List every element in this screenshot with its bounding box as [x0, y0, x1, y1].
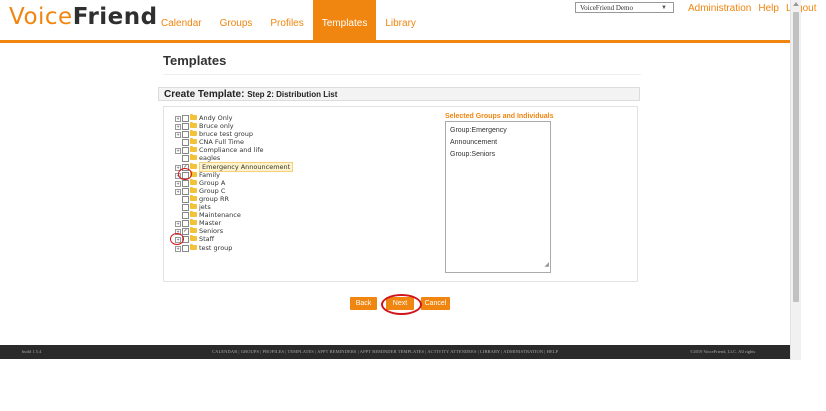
- tree-checkbox[interactable]: [182, 212, 189, 220]
- tree-checkbox[interactable]: [182, 195, 189, 203]
- resize-handle-icon[interactable]: ◢: [544, 259, 549, 271]
- tab-groups[interactable]: Groups: [211, 0, 262, 40]
- header-divider: [0, 40, 790, 43]
- folder-icon: [190, 154, 197, 161]
- back-button[interactable]: Back: [350, 297, 377, 310]
- tree-checkbox[interactable]: [182, 131, 189, 139]
- tree-item-label[interactable]: Group C: [199, 187, 225, 195]
- expand-plus-icon[interactable]: +: [175, 116, 181, 122]
- tree-checkbox[interactable]: [182, 123, 189, 131]
- page-title: Templates: [163, 53, 227, 68]
- expand-plus-icon[interactable]: +: [175, 188, 181, 195]
- folder-icon: [190, 146, 197, 153]
- app-header: VoiceFriend Calendar Groups Profiles Tem…: [0, 0, 817, 40]
- tree-checkbox[interactable]: ✓: [182, 228, 189, 236]
- footer-links[interactable]: CALENDAR | GROUPS | PROFILES | TEMPLATES…: [212, 349, 558, 354]
- folder-icon: [190, 162, 197, 169]
- help-link[interactable]: Help: [758, 3, 779, 14]
- logo-voice: Voice: [9, 4, 73, 30]
- expand-plus-icon[interactable]: +: [175, 148, 181, 155]
- folder-icon: [190, 211, 197, 218]
- selected-line: Group:Emergency: [450, 127, 507, 134]
- selected-line: Group:Seniors: [450, 151, 496, 158]
- expand-plus-icon[interactable]: +: [175, 124, 181, 131]
- folder-icon: [190, 138, 197, 145]
- tree-item-label[interactable]: Staff: [199, 235, 214, 243]
- expand-plus-icon[interactable]: +: [175, 245, 181, 252]
- administration-link[interactable]: Administration: [688, 3, 751, 14]
- folder-icon: [190, 194, 197, 201]
- selected-list[interactable]: Group:Emergency Announcement Group:Senio…: [445, 121, 551, 273]
- tree-item-label[interactable]: bruce test group: [199, 130, 253, 138]
- tree-checkbox[interactable]: [182, 179, 189, 187]
- step-title-text: Create Template:: [164, 89, 245, 100]
- tree-checkbox[interactable]: [182, 204, 189, 212]
- selected-line: Announcement: [450, 139, 498, 146]
- tree-checkbox[interactable]: [182, 147, 189, 155]
- copyright: ©2019 VoiceFriend, LLC. All rights: [690, 349, 756, 354]
- tree-item-label[interactable]: test group: [199, 244, 232, 252]
- folder-icon: [190, 122, 197, 129]
- tab-templates[interactable]: Templates: [312, 0, 377, 40]
- tree-item-label[interactable]: Compliance and life: [199, 146, 264, 154]
- tree-item-label[interactable]: CNA Full Time: [199, 138, 244, 146]
- annotation-circle-emergency-checkbox: [178, 168, 192, 180]
- folder-icon: [190, 130, 197, 137]
- folder-icon: [190, 186, 197, 193]
- tree-item-label[interactable]: Seniors: [199, 227, 223, 235]
- build-version: build 1.5.4: [22, 349, 42, 354]
- annotation-circle-next-button: [381, 294, 422, 315]
- account-select[interactable]: VoiceFriend Demo ▼: [575, 2, 674, 13]
- tree-checkbox[interactable]: [182, 187, 189, 195]
- tree-item-label[interactable]: jets: [199, 203, 211, 211]
- tree-checkbox[interactable]: [182, 139, 189, 147]
- folder-icon: [190, 235, 197, 242]
- folder-icon: [190, 203, 197, 210]
- folder-icon: [190, 178, 197, 185]
- expand-plus-icon[interactable]: +: [175, 132, 181, 139]
- tree-item-label[interactable]: Group A: [199, 179, 225, 187]
- selected-title: Selected Groups and Individuals: [445, 113, 554, 120]
- tree-item-label[interactable]: group RR: [199, 195, 229, 203]
- step-header: Create Template: Step 2: Distribution Li…: [158, 87, 640, 101]
- tab-library[interactable]: Library: [376, 0, 425, 40]
- tree-checkbox[interactable]: [182, 115, 189, 122]
- account-select-value: VoiceFriend Demo: [580, 4, 633, 12]
- folder-icon: [190, 243, 197, 250]
- tree-checkbox[interactable]: [182, 155, 189, 163]
- folder-icon: [190, 114, 197, 120]
- voicefriend-logo[interactable]: VoiceFriend: [9, 4, 158, 30]
- tree-item-label[interactable]: Master: [199, 219, 221, 227]
- cancel-button[interactable]: Cancel: [421, 297, 450, 310]
- tree-item-label[interactable]: Maintenance: [199, 211, 241, 219]
- tab-calendar[interactable]: Calendar: [152, 0, 211, 40]
- chevron-down-icon: ▼: [661, 5, 667, 11]
- page-scrollbar[interactable]: [790, 0, 801, 360]
- step-subtitle: Step 2: Distribution List: [247, 90, 338, 99]
- tree-item-label[interactable]: Andy Only: [199, 114, 233, 122]
- title-divider: [163, 74, 641, 75]
- scroll-up-icon[interactable]: [793, 2, 799, 6]
- page-footer: build 1.5.4 CALENDAR | GROUPS | PROFILES…: [0, 345, 790, 359]
- main-nav: Calendar Groups Profiles Templates Libra…: [152, 0, 425, 40]
- scrollbar-thumb[interactable]: [793, 12, 799, 302]
- logo-friend: Friend: [72, 4, 158, 30]
- tree-item-label[interactable]: Bruce only: [199, 122, 234, 130]
- annotation-circle-master-expander: [170, 233, 184, 245]
- expand-plus-icon[interactable]: +: [175, 180, 181, 187]
- folder-icon: [190, 227, 197, 234]
- step-title: Create Template: Step 2: Distribution Li…: [164, 89, 337, 100]
- tree-item-label[interactable]: Family: [199, 171, 220, 179]
- tree-checkbox[interactable]: [182, 220, 189, 228]
- expand-plus-icon[interactable]: +: [175, 221, 181, 228]
- folder-icon: [190, 219, 197, 226]
- tab-profiles[interactable]: Profiles: [261, 0, 312, 40]
- tree-checkbox[interactable]: [182, 244, 189, 252]
